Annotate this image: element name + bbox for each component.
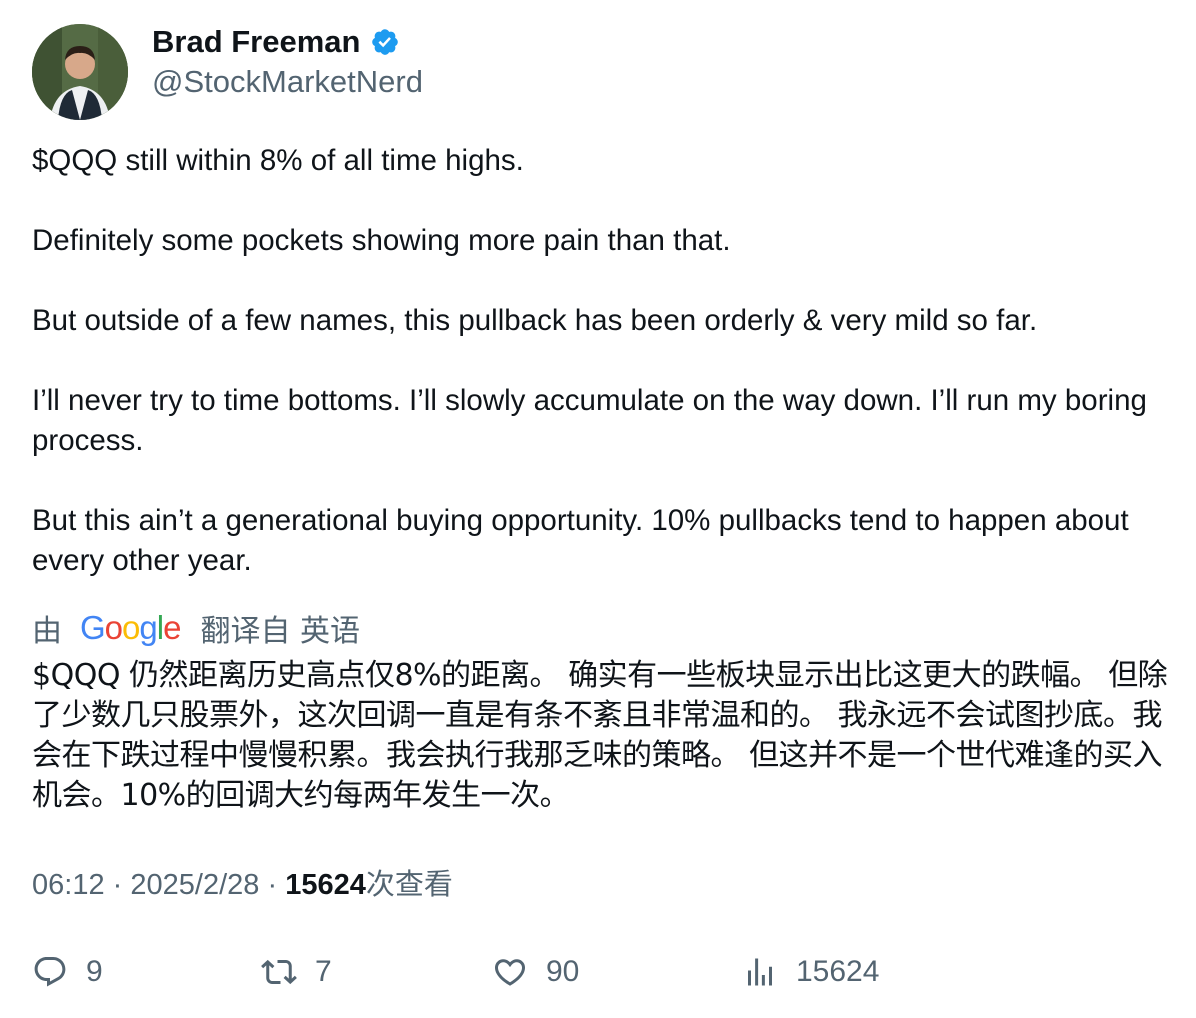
like-count: 90	[546, 955, 580, 988]
views-count: 15624	[285, 869, 366, 901]
tweet-text: $QQQ still within 8% of all time highs. …	[32, 141, 1172, 581]
translation-attribution: 由 Google 翻译自 英语	[32, 606, 360, 650]
translated-from-label: 翻译自 英语	[200, 614, 360, 649]
tweet-paragraph: But this ain’t a generational buying opp…	[32, 504, 1129, 577]
retweet-count: 7	[315, 955, 332, 988]
views-button[interactable]: 15624	[742, 950, 879, 994]
avatar[interactable]	[32, 24, 128, 120]
meta-separator: ·	[112, 869, 123, 901]
views-chart-icon	[748, 958, 772, 986]
reply-icon	[34, 957, 66, 987]
avatar-photo	[32, 24, 128, 120]
translated-by-label: 由	[32, 614, 62, 649]
reply-button[interactable]: 9	[32, 950, 103, 994]
google-logo-icon[interactable]: Google	[80, 609, 181, 647]
views-label: 次查看	[365, 867, 453, 901]
author-name[interactable]: Brad Freeman	[152, 22, 360, 62]
views-count-action: 15624	[796, 955, 880, 988]
tweet-time[interactable]: 06:12	[32, 869, 105, 901]
meta-separator: ·	[267, 869, 278, 901]
translated-text: $QQQ 仍然距离历史高点仅8%的距离。 确实有一些板块显示出比这更大的跌幅。 …	[32, 658, 1168, 813]
verified-badge-icon[interactable]	[370, 27, 400, 57]
author-handle[interactable]: @StockMarketNerd	[152, 62, 423, 102]
tweet-paragraph: $QQQ still within 8% of all time highs.	[32, 144, 524, 177]
like-button[interactable]: 90	[492, 950, 579, 994]
action-bar: 9 7 90 15624	[0, 950, 1196, 994]
tweet-paragraph: I’ll never try to time bottoms. I’ll slo…	[32, 384, 1147, 457]
author-name-row: Brad Freeman	[152, 22, 400, 62]
tweet-paragraph: But outside of a few names, this pullbac…	[32, 304, 1038, 337]
heart-icon	[494, 959, 526, 986]
retweet-button[interactable]: 7	[261, 950, 332, 994]
tweet-paragraph: Definitely some pockets showing more pai…	[32, 224, 731, 257]
tweet-meta: 06:12 · 2025/2/28 · 15624次查看	[32, 862, 453, 907]
retweet-icon	[261, 959, 297, 985]
tweet-date[interactable]: 2025/2/28	[130, 869, 259, 901]
reply-count: 9	[86, 955, 103, 988]
